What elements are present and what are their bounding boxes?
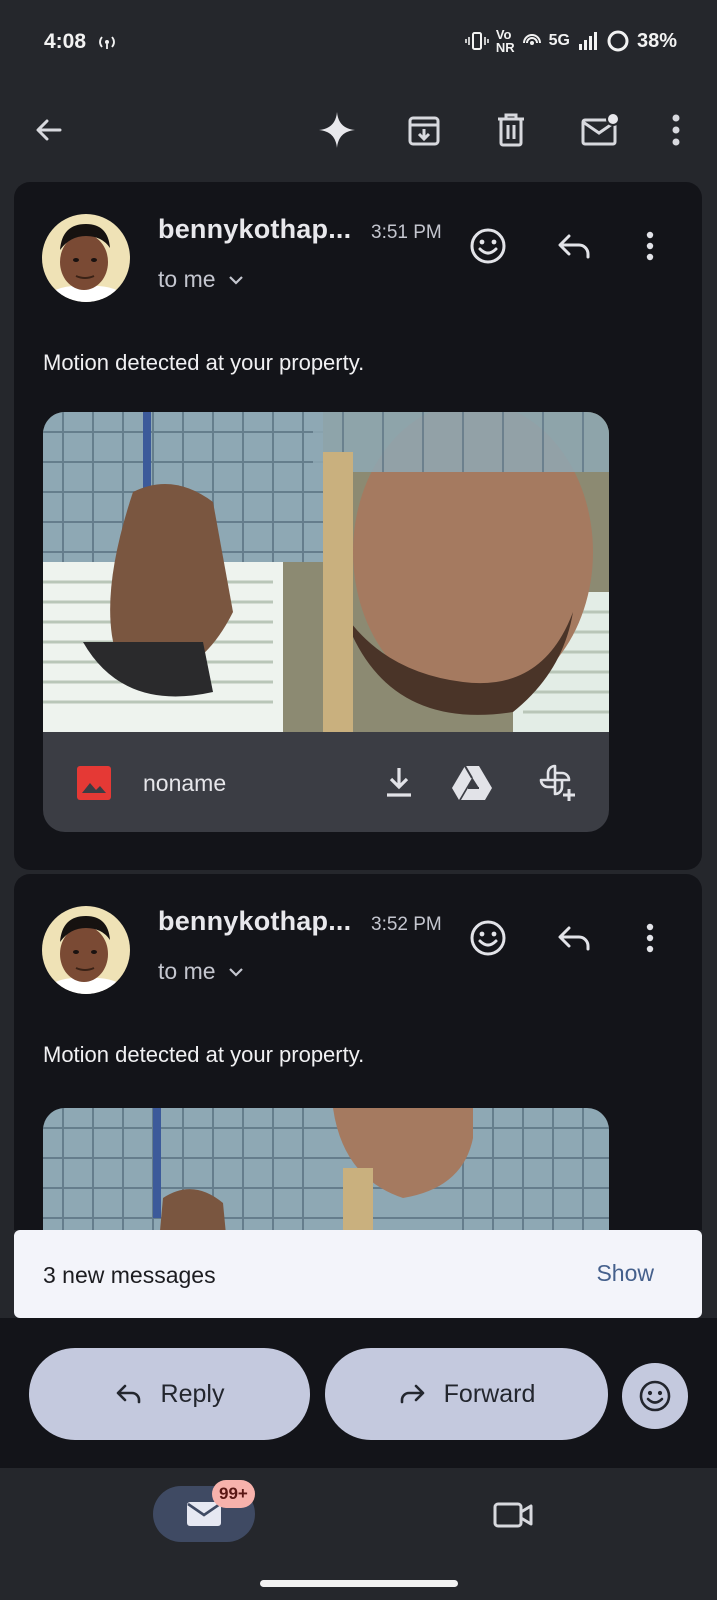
reply-button[interactable]: [546, 910, 602, 966]
reply-icon: [558, 926, 590, 951]
download-icon: [387, 768, 411, 797]
message-body: Motion detected at your property.: [43, 350, 365, 375]
volte-indicator: Vo NR: [496, 28, 515, 54]
add-to-photos-button[interactable]: [531, 756, 583, 808]
recipient-label: to me: [158, 958, 216, 984]
archive-icon: [408, 116, 440, 146]
more-vert-icon: [646, 231, 654, 261]
volte-label-bottom: NR: [495, 40, 515, 55]
forward-pill-button[interactable]: Forward: [325, 1348, 608, 1440]
message-more-button[interactable]: [622, 910, 678, 966]
battery-percent: 38%: [636, 29, 677, 52]
reply-icon: [558, 234, 590, 259]
show-new-messages-button[interactable]: Show: [596, 1260, 654, 1287]
more-vert-icon: [646, 923, 654, 953]
message-body: Motion detected at your property.: [43, 1042, 365, 1067]
unread-count-badge: 99+: [212, 1480, 255, 1508]
sparkle-icon: [319, 112, 355, 148]
reply-icon: [116, 1384, 140, 1404]
react-emoji-pill-button[interactable]: [622, 1363, 688, 1429]
message-thread[interactable]: bennykothap... 3:51 PM to me Motion dete…: [14, 182, 702, 1230]
save-to-drive-button[interactable]: [446, 756, 498, 808]
bottom-navigation: 99+: [0, 1468, 717, 1600]
network-type: 5G: [548, 32, 570, 49]
photos-add-icon: [539, 764, 575, 801]
sender-name[interactable]: bennykothap...: [158, 214, 351, 245]
react-emoji-button[interactable]: [460, 218, 516, 274]
reply-actions-bar: Reply Forward: [0, 1318, 717, 1468]
videocam-icon: [493, 1502, 533, 1528]
reply-pill-button[interactable]: Reply: [29, 1348, 310, 1440]
archive-button[interactable]: [396, 102, 452, 158]
delete-button[interactable]: [483, 102, 539, 158]
wifi-calling-icon: [522, 31, 542, 51]
vibrate-icon: [465, 31, 489, 51]
attachment-bar[interactable]: noname: [43, 732, 609, 832]
more-options-button[interactable]: [648, 102, 704, 158]
message-card: bennykothap... 3:51 PM to me Motion dete…: [14, 182, 702, 870]
back-button[interactable]: [21, 102, 77, 158]
image-file-icon: [77, 766, 111, 800]
more-vert-icon: [672, 114, 680, 146]
emoji-icon: [639, 1380, 671, 1412]
battery-icon: [606, 29, 630, 53]
nav-meet-tab[interactable]: [490, 1492, 536, 1538]
recipient-label: to me: [158, 266, 216, 292]
avatar[interactable]: [42, 214, 130, 302]
snackbar-text: 3 new messages: [43, 1262, 216, 1288]
attachment-image-preview[interactable]: [43, 412, 609, 732]
react-emoji-button[interactable]: [460, 910, 516, 966]
emoji-icon: [470, 920, 506, 956]
mark-unread-button[interactable]: [572, 102, 628, 158]
message-card: bennykothap... 3:52 PM to me Motion dete…: [14, 874, 702, 1230]
reply-button[interactable]: [546, 218, 602, 274]
status-icons: Vo NR 5G 38%: [465, 28, 677, 54]
gesture-handle[interactable]: [260, 1580, 458, 1587]
emoji-icon: [470, 228, 506, 264]
signal-icon: [577, 31, 599, 51]
message-time: 3:51 PM: [371, 222, 442, 243]
top-app-bar: [0, 80, 717, 180]
download-button[interactable]: [373, 756, 425, 808]
status-time: 4:08: [44, 30, 87, 53]
recipient-details-toggle[interactable]: to me: [158, 266, 244, 293]
chevron-down-icon: [228, 275, 243, 285]
delete-icon: [498, 113, 524, 147]
back-arrow-icon: [36, 119, 62, 141]
google-drive-icon: [452, 765, 492, 800]
status-bar: 4:08 Vo NR 5G 38%: [0, 0, 717, 80]
avatar[interactable]: [42, 906, 130, 994]
attachment-name: noname: [143, 770, 227, 796]
chevron-down-icon: [228, 967, 243, 977]
gemini-button[interactable]: [309, 102, 365, 158]
hotspot-icon: [95, 32, 119, 52]
message-time: 3:52 PM: [371, 914, 442, 935]
forward-icon: [400, 1384, 424, 1404]
sender-name[interactable]: bennykothap...: [158, 906, 351, 937]
message-more-button[interactable]: [622, 218, 678, 274]
mark-unread-icon: [581, 112, 620, 146]
reply-label: Reply: [160, 1379, 225, 1408]
attachment-image-preview[interactable]: [43, 1108, 609, 1230]
forward-label: Forward: [443, 1379, 536, 1408]
recipient-details-toggle[interactable]: to me: [158, 958, 244, 985]
new-messages-snackbar: 3 new messages Show: [14, 1230, 702, 1318]
